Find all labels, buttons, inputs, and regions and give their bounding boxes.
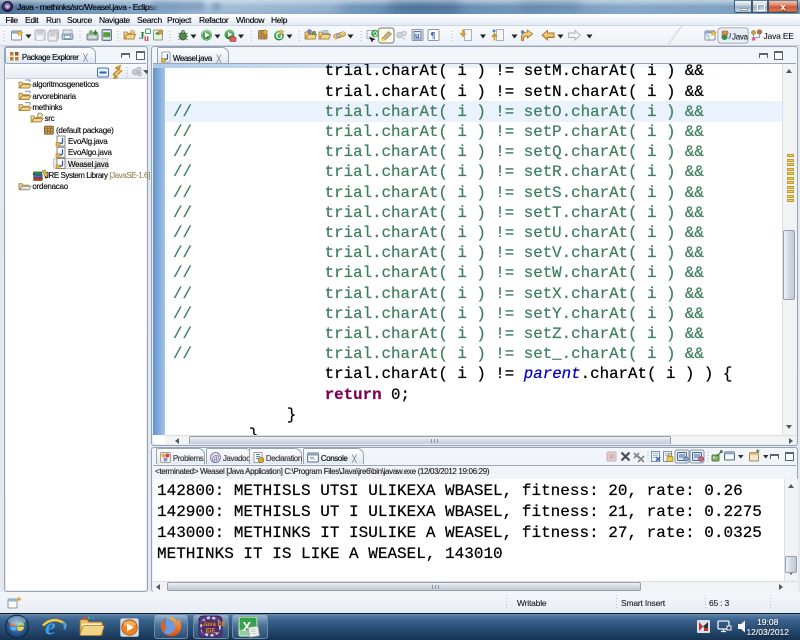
svg-text:IDE: IDE [206,629,216,635]
svg-text:Java: Java [732,33,749,42]
svg-text:u: u [415,33,419,40]
svg-text:¶: ¶ [431,31,436,41]
svg-text:Java EE: Java EE [764,31,795,41]
svg-text:e: e [45,615,56,640]
svg-text:Java EE: Java EE [203,622,226,628]
svg-text:u: u [144,33,149,43]
